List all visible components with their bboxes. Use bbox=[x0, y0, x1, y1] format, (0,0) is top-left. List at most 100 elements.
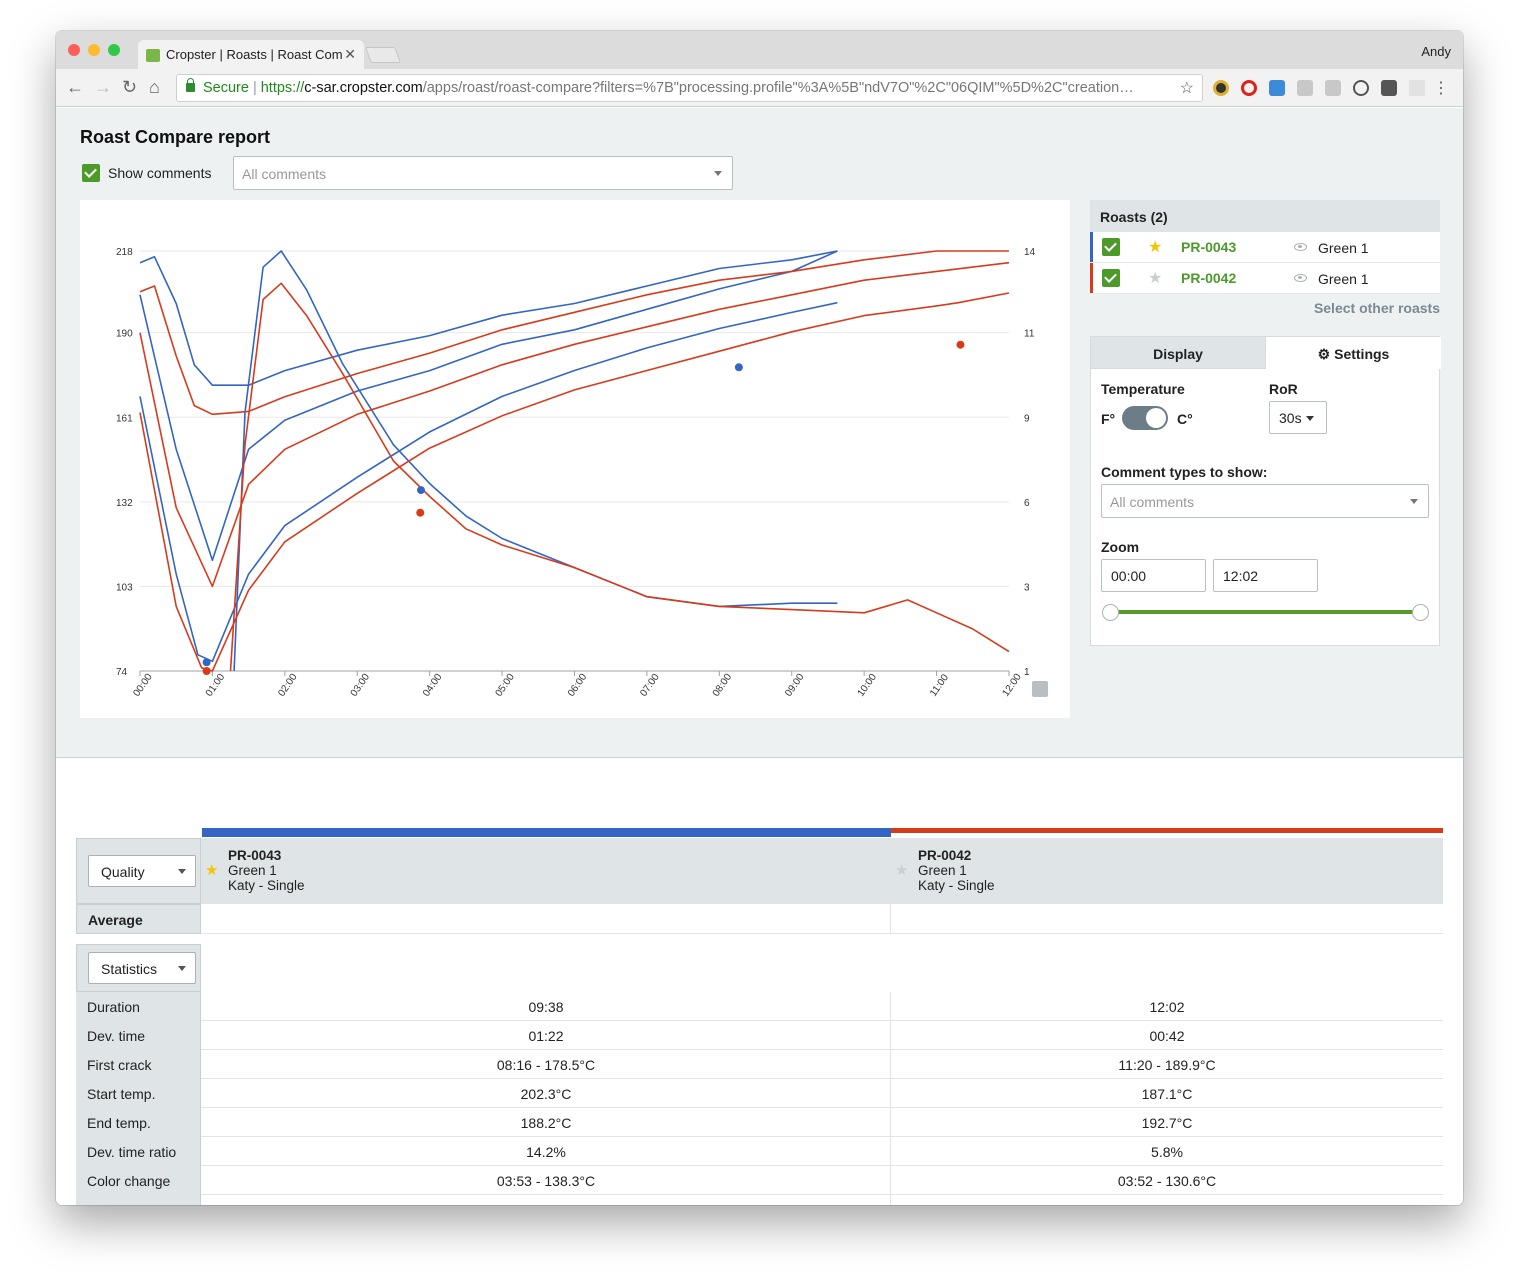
zoom-end-input[interactable]: 12:02 bbox=[1213, 559, 1318, 592]
report-top-area: Roast Compare report Show comments All c… bbox=[56, 108, 1463, 758]
show-comments-label: Show comments bbox=[108, 165, 212, 181]
cropster-logo-icon bbox=[1032, 681, 1048, 697]
secure-label: Secure bbox=[203, 80, 249, 96]
tab-settings[interactable]: ⚙ Settings bbox=[1266, 337, 1441, 369]
star-filled-icon[interactable]: ★ bbox=[205, 861, 218, 879]
ror-select[interactable]: 30s bbox=[1269, 401, 1327, 434]
reload-icon[interactable]: ↻ bbox=[122, 77, 137, 97]
back-arrow-icon[interactable]: ← bbox=[66, 77, 84, 97]
tab-display[interactable]: Display bbox=[1091, 337, 1266, 369]
stat-row: First crack 08:16 - 178.5°C 11:20 - 189.9°… bbox=[76, 1050, 1443, 1079]
roast-curves-chart[interactable]: 218 190 161 132 103 74 14 11 9 6 3 1 00:00 01:00 02:00… bbox=[80, 200, 1070, 718]
statistics-select[interactable]: Statistics bbox=[88, 952, 196, 984]
eye-icon[interactable] bbox=[1294, 243, 1307, 251]
address-bar[interactable]: Secure | https://c-sar.cropster.com/apps/r… bbox=[176, 74, 1203, 102]
stat-label: First crack bbox=[76, 1050, 201, 1079]
roast-row-pr-0043[interactable]: ★ PR-0043 Green 1 bbox=[1090, 232, 1440, 263]
opera-extension-icon[interactable] bbox=[1241, 80, 1257, 96]
y-left-tick-label: 190 bbox=[116, 329, 133, 340]
stat-row: Dev. time 01:22 00:42 bbox=[76, 1021, 1443, 1050]
y-right-tick-label: 3 bbox=[1024, 582, 1030, 593]
star-empty-icon[interactable]: ★ bbox=[895, 861, 908, 879]
roast-a-color-bar bbox=[202, 828, 891, 837]
browser-tab[interactable]: Cropster | Roasts | Roast Com ✕ bbox=[138, 40, 364, 70]
stat-value-roast-b: 03:52 - 130.6°C bbox=[1117, 1173, 1217, 1189]
stat-value-roast-a: 202.3°C bbox=[520, 1086, 572, 1102]
dropbox-icon[interactable] bbox=[1297, 80, 1313, 96]
y-right-tick-label: 9 bbox=[1024, 413, 1030, 424]
comments-filter-select[interactable]: All comments bbox=[233, 156, 733, 190]
event-marker bbox=[416, 508, 425, 517]
url-path: /apps/roast/roast-compare?filters=%7B"pr… bbox=[422, 80, 1134, 96]
roasts-header: Roasts (2) bbox=[1090, 200, 1440, 232]
stat-value-roast-a: 14.2% bbox=[526, 1144, 566, 1160]
new-tab-button[interactable] bbox=[365, 47, 401, 63]
roast-id-link[interactable]: PR-0042 bbox=[1181, 270, 1236, 286]
profile-name[interactable]: Andy bbox=[1421, 44, 1451, 59]
chevron-down-icon bbox=[1410, 499, 1418, 504]
x-tick-label: 12:00 bbox=[1000, 672, 1024, 699]
event-marker bbox=[956, 340, 965, 349]
quality-cell: Quality bbox=[76, 838, 201, 904]
eye-icon[interactable] bbox=[1294, 274, 1307, 282]
roast-visible-checkbox[interactable] bbox=[1102, 238, 1120, 256]
stat-value-roast-a: 08:16 - 178.5°C bbox=[496, 1057, 596, 1073]
zoom-start-input[interactable]: 00:00 bbox=[1101, 559, 1206, 592]
stat-row: Dev. time ratio 14.2% 5.8% bbox=[76, 1137, 1443, 1166]
chevron-down-icon bbox=[714, 171, 722, 176]
close-window-button[interactable] bbox=[68, 44, 80, 56]
temperature-unit-toggle[interactable] bbox=[1122, 406, 1168, 430]
roast-b-color-bar bbox=[891, 828, 1443, 833]
column-divider bbox=[890, 904, 891, 934]
roast-a-header: PR-0043 Green 1 Katy - Single bbox=[228, 848, 305, 893]
star-empty-icon[interactable]: ★ bbox=[1148, 268, 1162, 288]
zoom-label: Zoom bbox=[1101, 539, 1140, 555]
chart-svg: 218 190 161 132 103 74 14 11 9 6 3 1 00:00 01:00 02:00… bbox=[116, 247, 1048, 699]
roast-header-row: Quality ★ PR-0043 Green 1 Katy - Single … bbox=[76, 838, 1443, 904]
maximize-window-button[interactable] bbox=[108, 44, 120, 56]
minimize-window-button[interactable] bbox=[88, 44, 100, 56]
browser-menu-icon[interactable]: ⋮ bbox=[1433, 78, 1449, 98]
roasts-panel: Roasts (2) ★ PR-0043 Green 1 ★ PR-0042 G… bbox=[1090, 200, 1440, 316]
x-tick-label: 07:00 bbox=[638, 672, 662, 699]
close-tab-icon[interactable]: ✕ bbox=[344, 46, 356, 63]
y-left-tick-label: 161 bbox=[116, 413, 133, 424]
select-other-roasts-link[interactable]: Select other roasts bbox=[1090, 300, 1440, 316]
lock-icon bbox=[186, 78, 195, 92]
stat-value-roast-a: 03:53 - 138.3°C bbox=[496, 1173, 596, 1189]
zoom-end-handle[interactable] bbox=[1412, 604, 1429, 621]
star-filled-icon[interactable]: ★ bbox=[1148, 237, 1162, 257]
x-tick-label: 06:00 bbox=[566, 672, 590, 699]
home-icon[interactable]: ⌂ bbox=[149, 77, 160, 97]
show-comments-checkbox[interactable] bbox=[82, 164, 100, 182]
quality-select[interactable]: Quality bbox=[88, 855, 196, 887]
tab-settings-label: Settings bbox=[1334, 346, 1390, 362]
extension-color-icon[interactable] bbox=[1213, 80, 1229, 96]
series-line-pr-0042-ror bbox=[139, 292, 1010, 672]
drive-icon[interactable] bbox=[1325, 80, 1341, 96]
evernote-extension-icon[interactable] bbox=[1381, 80, 1397, 96]
temperature-label: Temperature bbox=[1101, 381, 1185, 397]
y-left-tick-label: 74 bbox=[116, 667, 128, 678]
stat-label: End temp. bbox=[76, 1108, 201, 1137]
series-line-pr-0042-ror-delta bbox=[229, 282, 1010, 672]
roast-row-pr-0042[interactable]: ★ PR-0042 Green 1 bbox=[1090, 263, 1440, 294]
statistics-select-value: Statistics bbox=[101, 961, 158, 977]
stat-value-roast-b: 11:20 - 189.9°C bbox=[1118, 1057, 1216, 1073]
zoom-start-handle[interactable] bbox=[1102, 604, 1119, 621]
x-tick-label: 03:00 bbox=[349, 672, 373, 699]
password-extension-icon[interactable] bbox=[1269, 80, 1285, 96]
comment-types-select[interactable]: All comments bbox=[1101, 484, 1429, 518]
info-extension-icon[interactable] bbox=[1353, 80, 1369, 96]
caret-down-icon bbox=[178, 869, 186, 874]
x-tick-label: 01:00 bbox=[204, 672, 228, 699]
roast-visible-checkbox[interactable] bbox=[1102, 269, 1120, 287]
bookmark-star-icon[interactable]: ☆ bbox=[1180, 78, 1194, 98]
forward-arrow-icon[interactable]: → bbox=[94, 77, 112, 97]
reader-extension-icon[interactable] bbox=[1409, 80, 1425, 96]
zoom-range-track[interactable] bbox=[1110, 610, 1421, 614]
x-tick-label: 08:00 bbox=[711, 672, 735, 699]
roast-b-lot: Green 1 bbox=[918, 863, 967, 878]
stat-value-roast-a: 3 kg / 3 kg bbox=[201, 1202, 891, 1205]
roast-id-link[interactable]: PR-0043 bbox=[1181, 239, 1236, 255]
